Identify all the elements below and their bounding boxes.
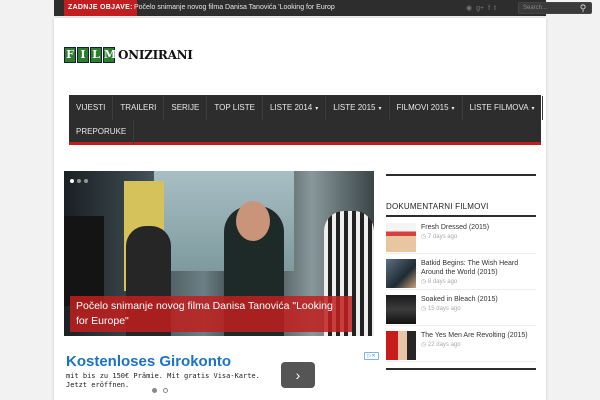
post-date: ◷ 8 days ago bbox=[421, 279, 458, 285]
slider-dot[interactable] bbox=[70, 179, 74, 183]
site-logo[interactable]: F I L M ONIZIRANI bbox=[64, 46, 193, 64]
caret-down-icon: ▾ bbox=[531, 106, 535, 112]
post-date: ◷ 7 days ago bbox=[421, 234, 458, 240]
post-title[interactable]: Fresh Dressed (2015) bbox=[421, 223, 489, 232]
list-item[interactable]: Batkid Begins: The Wish Heard Around the… bbox=[386, 259, 536, 290]
slider-dot[interactable] bbox=[77, 179, 81, 183]
social-links: ◉ g+ f t bbox=[466, 0, 496, 16]
post-thumbnail[interactable] bbox=[386, 223, 416, 252]
slider-dots bbox=[70, 179, 88, 183]
rss-icon[interactable]: ◉ bbox=[466, 4, 472, 12]
logo-letter-i: I bbox=[77, 47, 89, 63]
nav-item-label: SERIJE bbox=[171, 103, 200, 112]
nav-item[interactable]: TOP LISTE bbox=[207, 96, 263, 120]
nav-row-primary: VIJESTI TRAILERI SERIJE TOP LISTE LISTE 2014… bbox=[69, 96, 543, 120]
nav-item-label: TOP LISTE bbox=[214, 103, 255, 112]
post-title[interactable]: Batkid Begins: The Wish Heard Around the… bbox=[421, 259, 536, 277]
logo-letter-f: F bbox=[64, 47, 76, 63]
ad-title[interactable]: Kostenloses Girokonto bbox=[66, 353, 231, 370]
documentary-list: Fresh Dressed (2015) ◷ 7 days ago Batkid… bbox=[386, 223, 536, 362]
nav-item-label: TRAILERI bbox=[120, 103, 157, 112]
post-date: ◷ 15 days ago bbox=[421, 306, 461, 312]
latest-posts-label: ZADNJE OBJAVE: bbox=[64, 0, 137, 16]
featured-slider[interactable]: Počelo snimanje novog filma Danisa Tanov… bbox=[64, 171, 374, 336]
caret-down-icon: ▾ bbox=[315, 106, 319, 112]
google-plus-icon[interactable]: g+ bbox=[476, 5, 484, 12]
nav-item[interactable]: PREPORUKE bbox=[69, 120, 135, 144]
logo-letter-m: M bbox=[103, 47, 117, 63]
post-date: ◷ 22 days ago bbox=[421, 342, 461, 348]
ad-next-button[interactable]: › bbox=[281, 362, 315, 388]
list-item[interactable]: Fresh Dressed (2015) ◷ 7 days ago bbox=[386, 223, 536, 254]
ad-choices-icon[interactable]: ▷✕ bbox=[364, 352, 379, 360]
nav-item-label: LISTE FILMOVA bbox=[469, 103, 529, 112]
nav-item[interactable]: FILMOVI 2015 ▾ bbox=[390, 96, 463, 120]
logo-text: ONIZIRANI bbox=[118, 48, 193, 62]
nav-item[interactable]: TRAILERI bbox=[113, 96, 165, 120]
post-thumbnail[interactable] bbox=[386, 331, 416, 360]
list-item[interactable]: Soaked in Bleach (2015) ◷ 15 days ago bbox=[386, 295, 536, 326]
post-thumbnail[interactable] bbox=[386, 259, 416, 288]
sidebar-widget-title: DOKUMENTARNI FILMOVI bbox=[386, 202, 536, 217]
caret-down-icon: ▾ bbox=[451, 106, 455, 112]
ad-pager-dot[interactable] bbox=[163, 388, 168, 393]
news-ticker-link[interactable]: Počelo snimanje novog filma Danisa Tanov… bbox=[134, 0, 335, 16]
post-thumbnail[interactable] bbox=[386, 295, 416, 324]
list-item[interactable]: The Yes Men Are Revolting (2015) ◷ 22 da… bbox=[386, 331, 536, 362]
logo-letter-l: L bbox=[90, 47, 102, 63]
top-bar: ZADNJE OBJAVE: Počelo snimanje novog fil… bbox=[54, 0, 592, 16]
sidebar-divider bbox=[386, 174, 536, 176]
ad-pager bbox=[152, 388, 168, 393]
ad-banner[interactable]: Kostenloses Girokonto mit bis zu 150€ Pr… bbox=[64, 350, 380, 400]
main-navigation: VIJESTI TRAILERI SERIJE TOP LISTE LISTE 2014… bbox=[69, 95, 543, 145]
slider-caption[interactable]: Počelo snimanje novog filma Danisa Tanov… bbox=[70, 296, 352, 332]
nav-item[interactable]: LISTE 2015 ▾ bbox=[326, 96, 390, 120]
nav-item[interactable]: LISTE 2014 ▾ bbox=[263, 96, 327, 120]
slider-dot[interactable] bbox=[84, 179, 88, 183]
post-title[interactable]: The Yes Men Are Revolting (2015) bbox=[421, 331, 528, 340]
nav-item[interactable]: VIJESTI bbox=[69, 96, 114, 120]
caret-down-icon: ▾ bbox=[378, 106, 382, 112]
twitter-icon[interactable]: t bbox=[494, 5, 496, 12]
ad-pager-dot[interactable] bbox=[152, 388, 157, 393]
nav-item-label: PREPORUKE bbox=[76, 127, 127, 136]
nav-item-label: LISTE 2015 bbox=[333, 103, 376, 112]
facebook-icon[interactable]: f bbox=[488, 5, 490, 12]
sidebar-divider bbox=[386, 368, 536, 370]
sidebar: DOKUMENTARNI FILMOVI Fresh Dressed (2015… bbox=[386, 174, 536, 370]
nav-item[interactable]: SERIJE bbox=[164, 96, 208, 120]
nav-item-label: FILMOVI 2015 bbox=[396, 103, 449, 112]
post-title[interactable]: Soaked in Bleach (2015) bbox=[421, 295, 498, 304]
nav-item-label: VIJESTI bbox=[76, 103, 106, 112]
nav-item-label: LISTE 2014 bbox=[269, 103, 313, 112]
nav-row-secondary: PREPORUKE bbox=[69, 120, 135, 144]
nav-item[interactable]: LISTE FILMOVA ▾ bbox=[463, 96, 543, 120]
search-icon[interactable]: ⚲ bbox=[574, 2, 592, 14]
